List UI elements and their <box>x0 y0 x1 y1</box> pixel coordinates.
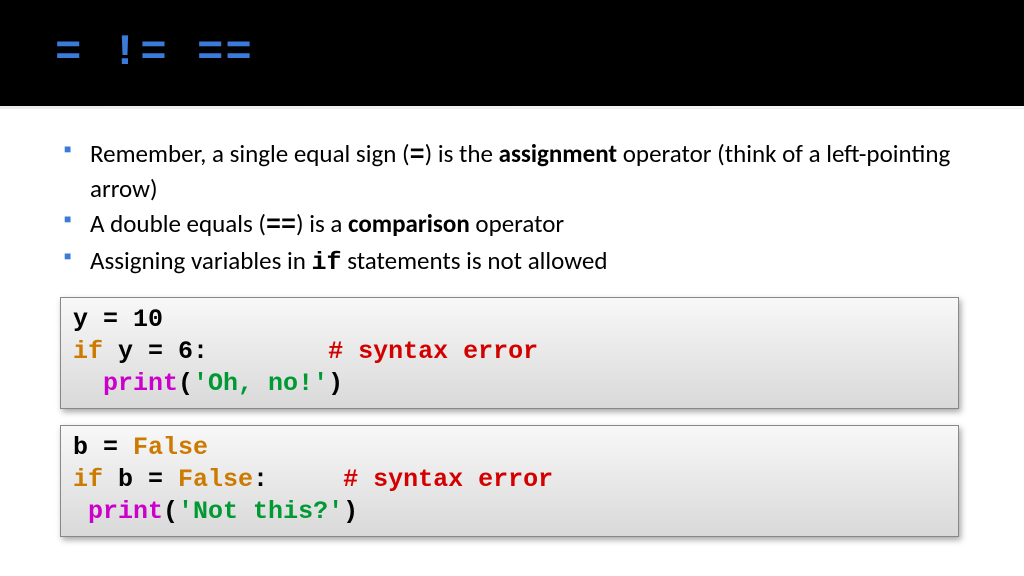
bullet-2: A double equals (==) is a comparison ope… <box>60 207 969 242</box>
bullet-list: Remember, a single equal sign (=) is the… <box>60 137 969 279</box>
slide-title: = != == <box>55 28 254 78</box>
bullet-1: Remember, a single equal sign (=) is the… <box>60 137 969 205</box>
slide-content: Remember, a single equal sign (=) is the… <box>0 109 1024 537</box>
code-block-2: b = False if b = False: # syntax error p… <box>60 425 959 537</box>
slide-header: = != == <box>0 0 1024 106</box>
bullet-3: Assigning variables in if statements is … <box>60 244 969 279</box>
code-block-1: y = 10 if y = 6: # syntax error print('O… <box>60 297 959 409</box>
